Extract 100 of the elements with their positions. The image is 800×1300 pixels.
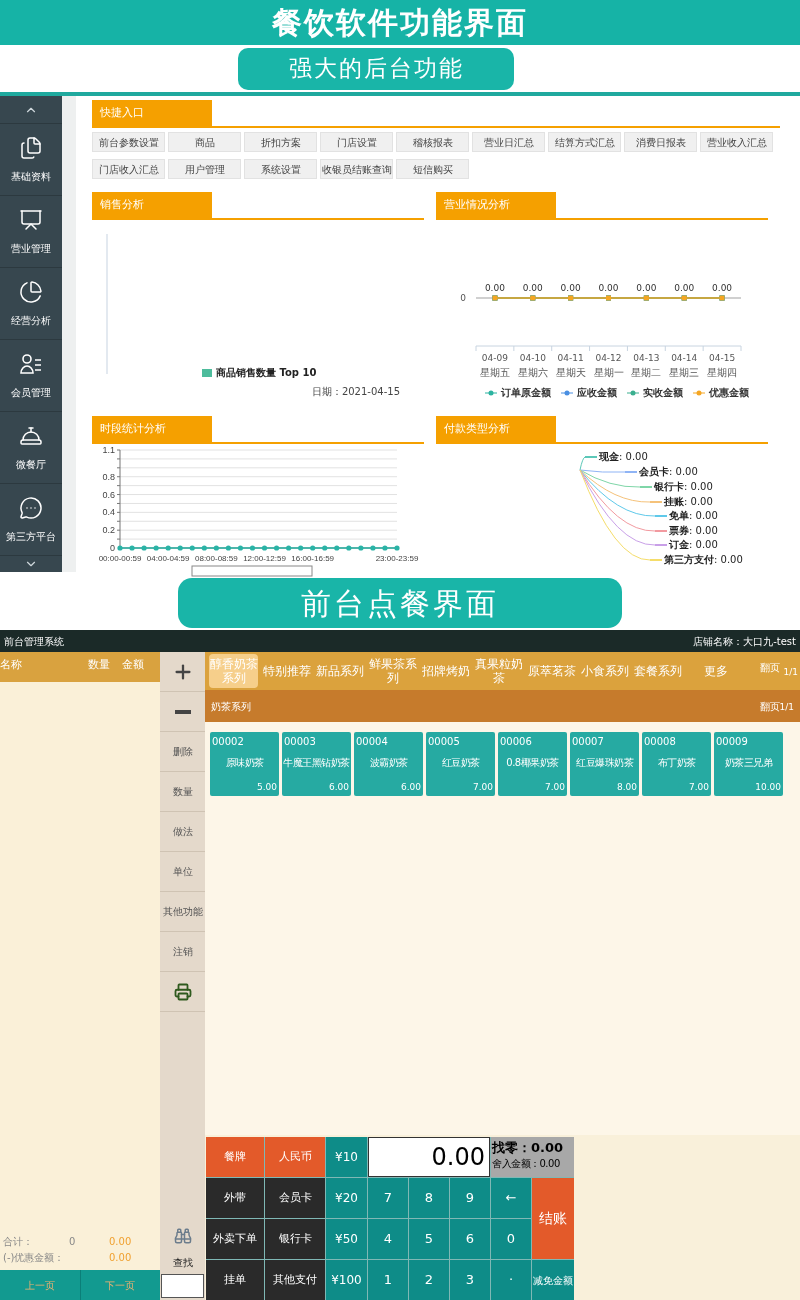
axis-tick-label: 0: [110, 543, 115, 553]
shortcut-button[interactable]: 消费日报表: [624, 132, 697, 152]
axis-tick-label: 0.4: [102, 507, 115, 518]
shortcut-button[interactable]: 折扣方案: [244, 132, 317, 152]
keypad-key[interactable]: 0: [491, 1219, 531, 1259]
category-tab[interactable]: 新品系列: [315, 654, 364, 688]
category-tab[interactable]: 鲜果茶系列: [368, 654, 417, 688]
category-tab[interactable]: 真果粒奶茶: [474, 654, 523, 688]
chat-bubble-icon: [19, 495, 43, 520]
cash-amount-button[interactable]: ¥10: [326, 1137, 367, 1177]
column-header: 金额: [122, 657, 144, 673]
minus-icon: [174, 709, 191, 714]
product-card[interactable]: 00006 0.8椰果奶茶 7.00: [498, 732, 567, 796]
total-label: 合计：: [3, 1235, 34, 1249]
product-card[interactable]: 00004 波霸奶茶 6.00: [354, 732, 423, 796]
search-field[interactable]: [161, 1274, 204, 1298]
product-card[interactable]: 00008 布丁奶茶 7.00: [642, 732, 711, 796]
shortcut-button[interactable]: 稽核报表: [396, 132, 469, 152]
section-title: 快捷入口: [92, 100, 212, 126]
shortcut-button[interactable]: 系统设置: [244, 159, 317, 179]
documents-icon: [19, 135, 43, 160]
shortcut-button[interactable]: 前台参数设置: [92, 132, 165, 152]
keypad-key[interactable]: 8: [409, 1178, 449, 1218]
printer-icon: [173, 982, 192, 1001]
category-tab[interactable]: 原萃茗茶: [527, 654, 576, 688]
payment-method-button[interactable]: 银行卡: [265, 1219, 325, 1259]
axis-tick-label: 23:00-23:59: [375, 554, 419, 563]
product-card[interactable]: 00009 奶茶三兄弟 10.00: [714, 732, 783, 796]
keypad-key[interactable]: 2: [409, 1260, 449, 1300]
page-counter: 1/1: [779, 701, 794, 715]
order-type-button[interactable]: 挂单: [206, 1260, 264, 1300]
keypad-key[interactable]: ·: [491, 1260, 531, 1300]
category-tab[interactable]: 特别推荐: [262, 654, 311, 688]
cash-amount-button[interactable]: ¥20: [326, 1178, 367, 1218]
shortcut-button[interactable]: 用户管理: [168, 159, 241, 179]
search-button[interactable]: 查找: [160, 1227, 205, 1274]
payment-method-button[interactable]: 其他支付: [265, 1260, 325, 1300]
category-tab[interactable]: 套餐系列: [633, 654, 682, 688]
pie-chart-icon: [19, 279, 43, 304]
pill-title: 前台点餐界面: [301, 584, 499, 623]
change-amount: 找零：0.00: [492, 1139, 565, 1157]
keypad-key[interactable]: 4: [368, 1219, 408, 1259]
column-header: 数量: [88, 657, 111, 673]
axis-tick-label: 1.1: [102, 445, 115, 455]
shortcut-button[interactable]: 营业日汇总: [472, 132, 545, 152]
axis-tick-label: 04-12: [595, 353, 622, 363]
keypad-key[interactable]: 3: [450, 1260, 490, 1300]
shortcut-button[interactable]: 短信购买: [396, 159, 469, 179]
data-label: 0.00: [522, 283, 543, 293]
data-label: 0.00: [484, 283, 505, 293]
product-card[interactable]: 00002 原味奶茶 5.00: [210, 732, 279, 796]
product-card[interactable]: 00005 红豆奶茶 7.00: [426, 732, 495, 796]
order-type-button[interactable]: 外带: [206, 1178, 264, 1218]
axis-tick-label: 星期二: [631, 367, 662, 378]
payment-method-button[interactable]: 会员卡: [265, 1178, 325, 1218]
cash-amount-button[interactable]: ¥50: [326, 1219, 367, 1259]
order-type-button[interactable]: 外卖下单: [206, 1219, 264, 1259]
keypad-key[interactable]: 6: [450, 1219, 490, 1259]
discount-button[interactable]: 减免金额: [532, 1260, 574, 1300]
shortcut-button[interactable]: 门店收入汇总: [92, 159, 165, 179]
subcategory-label: 奶茶系列: [211, 699, 252, 714]
keypad-key[interactable]: 1: [368, 1260, 408, 1300]
total-count: 0: [69, 1235, 77, 1249]
axis-tick-label: 04:00-04:59: [146, 554, 190, 563]
category-tab[interactable]: 招牌烤奶: [421, 654, 470, 688]
rounding-amount: 舍入金额：0.00: [492, 1157, 561, 1171]
keypad-key[interactable]: 9: [450, 1178, 490, 1218]
keypad-key[interactable]: 7: [368, 1178, 408, 1218]
axis-tick-label: 04-13: [633, 353, 660, 363]
order-type-button[interactable]: 餐牌: [206, 1137, 264, 1177]
legend-label: 优惠金额: [709, 386, 749, 400]
payment-label: 银行卡: 0.00: [654, 480, 713, 494]
shortcut-button[interactable]: 收银员结账查询: [320, 159, 393, 179]
shortcut-button[interactable]: 营业收入汇总: [700, 132, 773, 152]
axis-tick-label: 0: [460, 293, 466, 303]
category-tab[interactable]: 小食系列: [580, 654, 629, 688]
payment-method-button[interactable]: 人民币: [265, 1137, 325, 1177]
shortcut-button[interactable]: 门店设置: [320, 132, 393, 152]
more-button[interactable]: 更多: [703, 662, 728, 680]
page-label: 翻页: [759, 699, 780, 714]
product-card[interactable]: 00007 红豆爆珠奶茶 8.00: [570, 732, 639, 796]
cash-amount-button[interactable]: ¥100: [326, 1260, 367, 1300]
legend-label: 商品销售数量 Top 10: [216, 366, 317, 380]
shortcut-button[interactable]: 商品: [168, 132, 241, 152]
axis-tick-label: 04-15: [709, 353, 736, 363]
axis-tick-label: 星期六: [517, 367, 548, 378]
amount-field[interactable]: 0.00: [368, 1137, 490, 1177]
axis-tick-label: 16:00-16:59: [291, 554, 335, 563]
page-counter: 1/1: [783, 666, 798, 679]
axis-tick-label: 0.8: [102, 471, 115, 482]
shortcut-button[interactable]: 结算方式汇总: [548, 132, 621, 152]
axis-tick-label: 04-09: [481, 353, 508, 363]
section-title: 销售分析: [92, 192, 212, 218]
checkout-button[interactable]: 结账: [532, 1178, 574, 1259]
product-card[interactable]: 00003 牛魔王黑钻奶茶 6.00: [282, 732, 351, 796]
keypad-key[interactable]: ←: [491, 1178, 531, 1218]
data-label: 0.00: [598, 283, 619, 293]
column-header: 名称: [0, 657, 23, 673]
total-amount: 0.00: [109, 1235, 133, 1249]
keypad-key[interactable]: 5: [409, 1219, 449, 1259]
